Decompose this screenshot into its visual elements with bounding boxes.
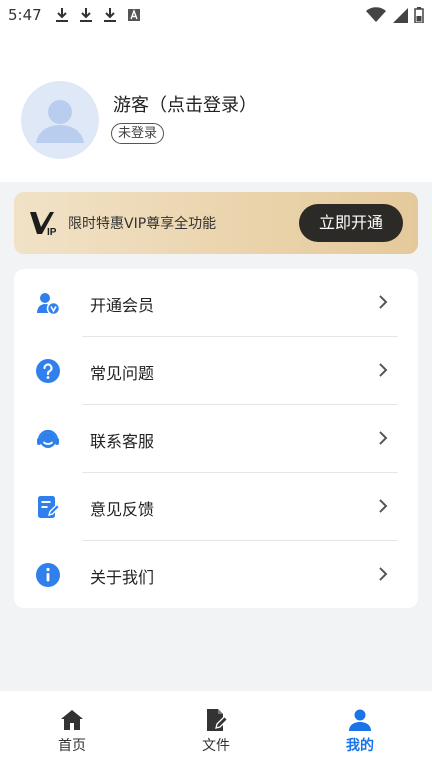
profile-icon xyxy=(348,708,372,732)
download-icon xyxy=(55,8,68,22)
question-icon xyxy=(36,359,60,383)
login-status-badge: 未登录 xyxy=(111,123,165,144)
menu-item-about[interactable]: 关于我们 xyxy=(14,541,418,609)
vip-banner[interactable]: IP 限时特惠VIP尊享全功能 立即开通 xyxy=(14,192,418,254)
vip-logo-icon: IP xyxy=(30,212,57,238)
tab-home[interactable]: 首页 xyxy=(0,691,144,768)
menu-card: 开通会员 常见问题 联系客服 意见反馈 关于我们 xyxy=(14,269,418,608)
menu-item-customer-service[interactable]: 联系客服 xyxy=(14,405,418,473)
chevron-right-icon xyxy=(379,431,388,445)
info-icon xyxy=(36,563,60,587)
status-bar: 5:47 xyxy=(0,0,432,30)
member-vip-icon xyxy=(36,291,60,315)
status-system-icons xyxy=(366,7,424,23)
menu-item-label: 联系客服 xyxy=(90,432,155,451)
chevron-right-icon xyxy=(379,295,388,309)
battery-icon xyxy=(414,7,424,23)
tab-label: 我的 xyxy=(346,738,374,754)
profile-header[interactable]: 游客（点击登录） 未登录 xyxy=(0,30,432,182)
wifi-icon xyxy=(366,7,386,22)
menu-item-label: 常见问题 xyxy=(90,364,155,383)
chevron-right-icon xyxy=(379,499,388,513)
file-edit-icon xyxy=(204,708,228,732)
download-icon xyxy=(103,8,116,22)
svg-text:IP: IP xyxy=(47,227,57,238)
menu-item-label: 关于我们 xyxy=(90,568,155,587)
tab-files[interactable]: 文件 xyxy=(144,691,288,768)
download-icon xyxy=(79,8,92,22)
bottom-tab-bar: 首页 文件 我的 xyxy=(0,691,432,768)
menu-item-label: 开通会员 xyxy=(90,296,155,315)
profile-name[interactable]: 游客（点击登录） xyxy=(113,91,257,117)
feedback-icon xyxy=(36,495,60,519)
signal-icon xyxy=(393,8,408,23)
menu-item-label: 意见反馈 xyxy=(90,500,155,519)
chevron-right-icon xyxy=(379,567,388,581)
tab-label: 文件 xyxy=(202,738,230,754)
vip-activate-button[interactable]: 立即开通 xyxy=(299,204,403,242)
tab-mine[interactable]: 我的 xyxy=(288,691,432,768)
menu-item-faq[interactable]: 常见问题 xyxy=(14,337,418,405)
menu-item-feedback[interactable]: 意见反馈 xyxy=(14,473,418,541)
vip-promo-text: 限时特惠VIP尊享全功能 xyxy=(68,216,217,232)
customer-service-icon xyxy=(36,427,60,451)
text-a-icon xyxy=(127,9,140,21)
tab-label: 首页 xyxy=(58,738,86,754)
chevron-right-icon xyxy=(379,363,388,377)
menu-item-membership[interactable]: 开通会员 xyxy=(14,269,418,337)
status-notification-icons xyxy=(54,7,142,23)
user-avatar-icon[interactable] xyxy=(21,81,99,159)
status-time: 5:47 xyxy=(8,6,42,24)
home-icon xyxy=(60,708,84,732)
